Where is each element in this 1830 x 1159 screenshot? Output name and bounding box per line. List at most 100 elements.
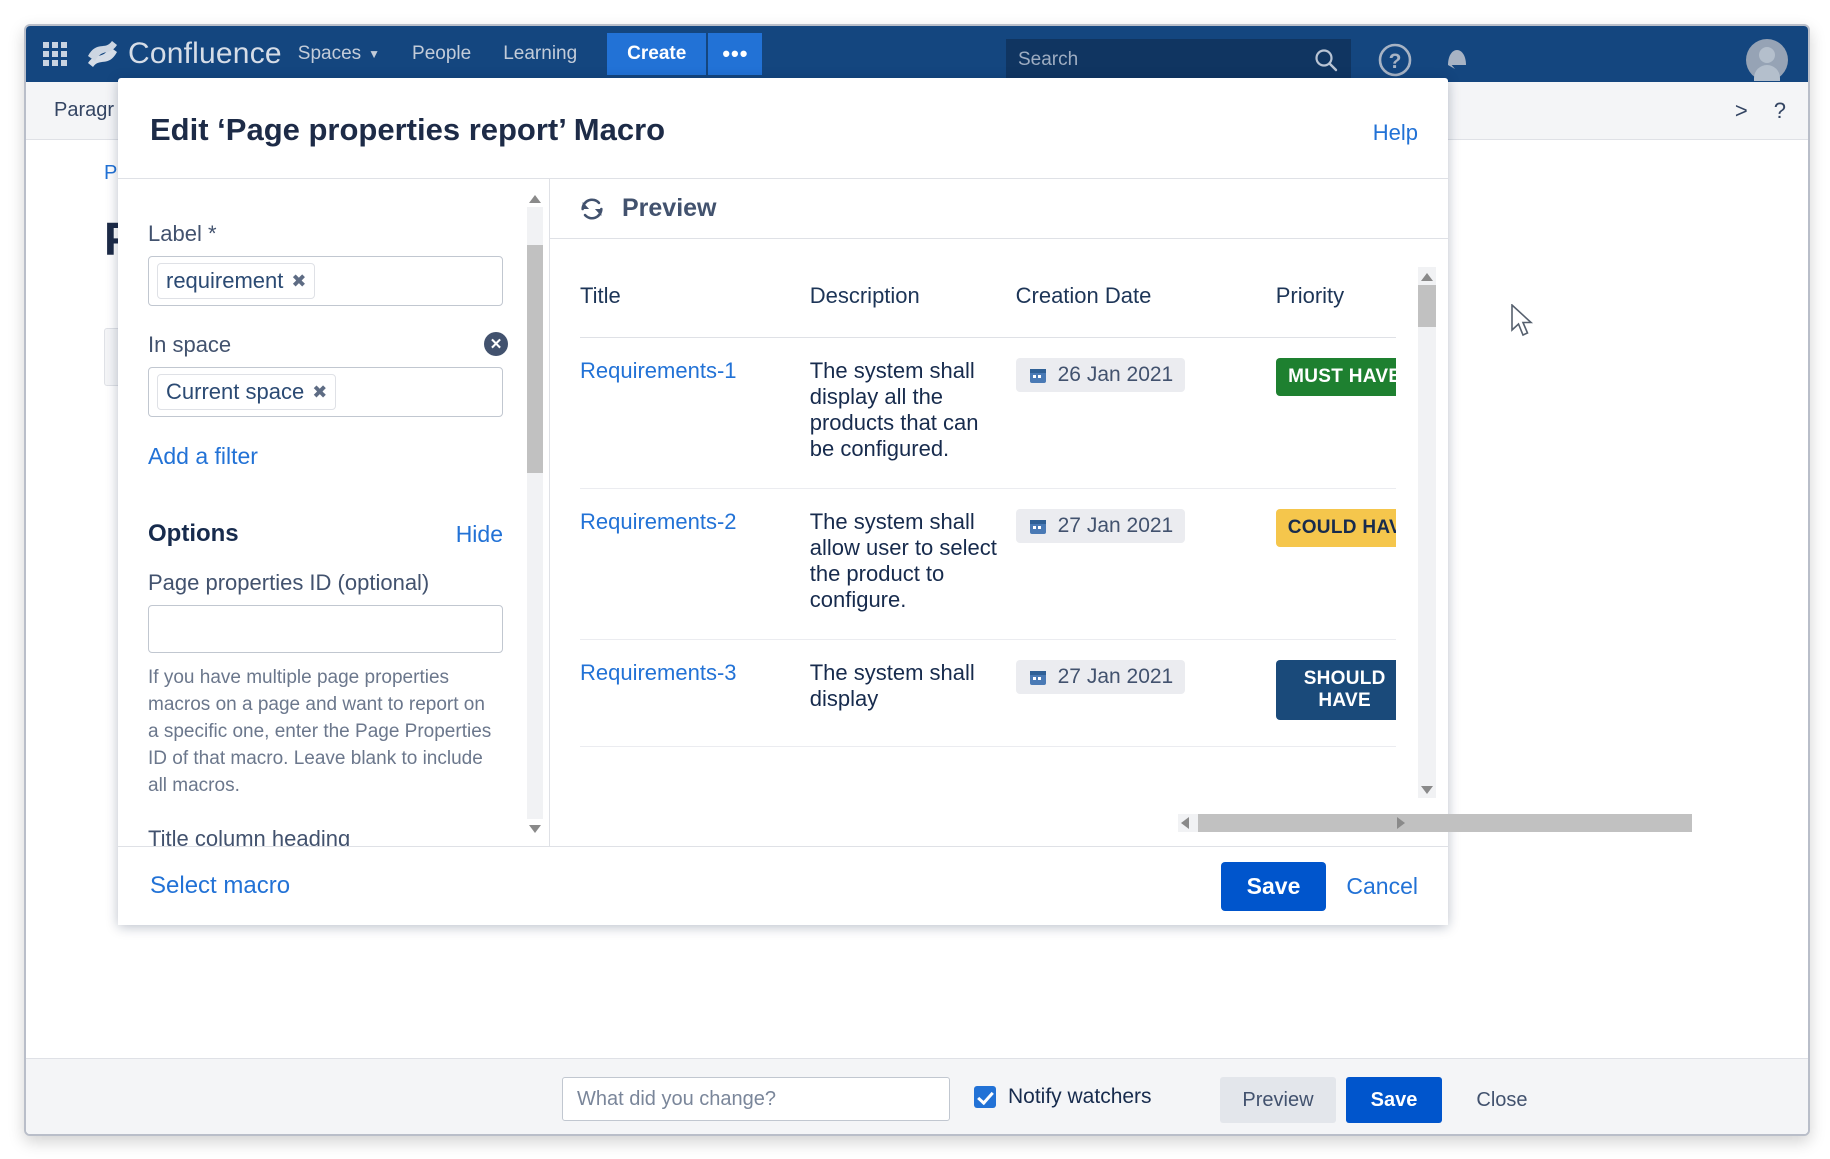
date-text: 27 Jan 2021	[1057, 665, 1174, 688]
refresh-icon[interactable]	[578, 195, 606, 223]
date-chip: 27 Jan 2021	[1015, 660, 1186, 694]
global-navigation-bar: Confluence Spaces ▼ People Learning Crea…	[26, 26, 1808, 82]
title-column-heading-label[interactable]: Title column heading	[148, 826, 503, 846]
calendar-icon	[1029, 369, 1046, 383]
notify-watchers-group[interactable]: Notify watchers	[974, 1085, 1152, 1109]
select-macro-link[interactable]: Select macro	[150, 872, 290, 900]
nav-item-spaces[interactable]: Spaces ▼	[282, 26, 396, 82]
toolbar-help-button[interactable]: ?	[1774, 98, 1786, 124]
label-field-label: Label *	[148, 221, 217, 246]
preview-vscrollbar-thumb[interactable]	[1418, 285, 1436, 327]
dialog-help-link[interactable]: Help	[1373, 120, 1418, 146]
scroll-left-arrow-icon[interactable]	[1181, 817, 1189, 829]
add-a-filter-link[interactable]: Add a filter	[148, 443, 530, 470]
create-button[interactable]: Create	[607, 33, 707, 75]
search-input[interactable]: Search	[1006, 39, 1351, 81]
toolbar-overflow-button[interactable]: >	[1735, 98, 1748, 124]
preview-hscrollbar-thumb[interactable]	[1198, 814, 1692, 832]
space-token-text: Current space	[166, 379, 305, 404]
nav-item-people[interactable]: People	[396, 26, 487, 82]
toolbar-style-select[interactable]: Paragr	[54, 99, 114, 122]
form-scrollbar[interactable]	[527, 189, 543, 837]
date-text: 26 Jan 2021	[1057, 363, 1174, 386]
search-icon	[1315, 49, 1338, 72]
save-page-button[interactable]: Save	[1346, 1077, 1442, 1123]
confluence-logo-icon	[88, 41, 117, 67]
hide-options-link[interactable]: Hide	[456, 521, 503, 548]
date-text: 27 Jan 2021	[1057, 514, 1174, 537]
page-properties-id-help: If you have multiple page properties mac…	[148, 667, 492, 796]
options-section-header: Options Hide	[148, 520, 503, 548]
avatar-body	[1754, 65, 1780, 81]
table-row: Requirements-3 The system shall display	[580, 639, 1396, 747]
cell-creation-date: 26 Jan 2021	[1015, 337, 1276, 489]
scroll-down-arrow-icon[interactable]	[529, 825, 541, 833]
space-token[interactable]: Current space ✖	[157, 374, 337, 410]
nav-item-learning[interactable]: Learning	[487, 26, 593, 82]
cell-description: The system shall display	[809, 639, 1016, 747]
status-badge: SHOULD HAVE	[1275, 660, 1396, 720]
editor-bottom-bar: What did you change? Notify watchers Pre…	[26, 1058, 1808, 1134]
form-scrollbar-thumb[interactable]	[527, 245, 543, 473]
dialog-footer: Select macro Save Cancel	[118, 846, 1448, 925]
column-header-priority[interactable]: Priority	[1275, 271, 1396, 338]
close-editor-button[interactable]: Close	[1456, 1077, 1548, 1123]
column-header-creation-date[interactable]: Creation Date	[1015, 271, 1276, 338]
help-icon[interactable]: ?	[1374, 39, 1416, 81]
table-header-row: Title Description Creation Date Priority…	[580, 271, 1396, 338]
macro-parameters-pane: Label * requirement ✖ In space ✕ Current…	[118, 179, 550, 846]
scroll-up-arrow-icon[interactable]	[1421, 273, 1433, 281]
page-link[interactable]: Requirements-3	[580, 660, 737, 685]
cell-priority: MUST HAVE	[1275, 337, 1396, 489]
scroll-down-arrow-icon[interactable]	[1421, 786, 1433, 794]
dialog-header: Edit ‘Page properties report’ Macro Help	[118, 78, 1448, 178]
cell-priority: SHOULD HAVE	[1275, 639, 1396, 747]
dialog-body: Label * requirement ✖ In space ✕ Current…	[118, 178, 1692, 846]
nav-item-people-label: People	[412, 43, 472, 64]
application-window: Paragr > ? Peo Pr What did you change? N…	[24, 24, 1810, 1136]
avatar-head	[1759, 47, 1775, 63]
options-title: Options	[148, 520, 239, 547]
clear-space-icon[interactable]: ✕	[484, 332, 508, 356]
cell-title: Requirements-1	[580, 337, 810, 489]
preview-vertical-scrollbar[interactable]	[1418, 267, 1436, 798]
close-x-icon[interactable]: ✖	[312, 382, 327, 403]
space-field-input[interactable]: Current space ✖	[148, 367, 503, 417]
page-properties-id-input[interactable]	[148, 605, 503, 653]
preview-table-viewport: Title Description Creation Date Priority…	[580, 271, 1396, 830]
status-badge: COULD HAVE	[1275, 509, 1396, 547]
page-link[interactable]: Requirements-2	[580, 509, 737, 534]
nav-item-learning-label: Learning	[503, 43, 578, 64]
dialog-title: Edit ‘Page properties report’ Macro	[150, 112, 666, 147]
app-switcher-icon[interactable]	[40, 39, 70, 69]
notify-watchers-checkbox[interactable]	[974, 1086, 996, 1108]
cell-title: Requirements-2	[580, 488, 810, 640]
label-token[interactable]: requirement ✖	[157, 263, 316, 299]
page-link[interactable]: Requirements-1	[580, 358, 737, 383]
label-field-input[interactable]: requirement ✖	[148, 256, 503, 306]
confluence-logo[interactable]: Confluence	[86, 37, 282, 71]
preview-title: Preview	[622, 194, 717, 222]
cell-description: The system shall allow user to select th…	[809, 488, 1016, 640]
column-header-title[interactable]: Title	[580, 271, 810, 338]
page-properties-id-label: Page properties ID (optional)	[148, 570, 430, 595]
page-properties-report-table: Title Description Creation Date Priority…	[580, 271, 1396, 747]
scroll-up-arrow-icon[interactable]	[529, 195, 541, 203]
calendar-icon	[1029, 671, 1046, 685]
close-x-icon[interactable]: ✖	[291, 271, 306, 292]
column-header-description[interactable]: Description	[809, 271, 1016, 338]
change-comment-input[interactable]: What did you change?	[562, 1077, 950, 1121]
scroll-right-arrow-icon[interactable]	[1397, 817, 1405, 829]
label-token-text: requirement	[166, 268, 284, 293]
preview-horizontal-scrollbar[interactable]	[1178, 814, 1692, 832]
cell-title: Requirements-3	[580, 639, 810, 747]
user-avatar[interactable]	[1746, 39, 1788, 81]
save-macro-button[interactable]: Save	[1220, 861, 1327, 911]
status-badge: MUST HAVE	[1275, 358, 1396, 396]
cancel-macro-button[interactable]: Cancel	[1346, 873, 1418, 900]
cell-priority: COULD HAVE	[1275, 488, 1396, 640]
preview-button[interactable]: Preview	[1220, 1077, 1336, 1123]
edit-macro-dialog: Edit ‘Page properties report’ Macro Help…	[118, 78, 1692, 925]
notifications-bell-icon[interactable]	[1436, 39, 1478, 81]
create-more-button[interactable]: •••	[708, 33, 763, 75]
